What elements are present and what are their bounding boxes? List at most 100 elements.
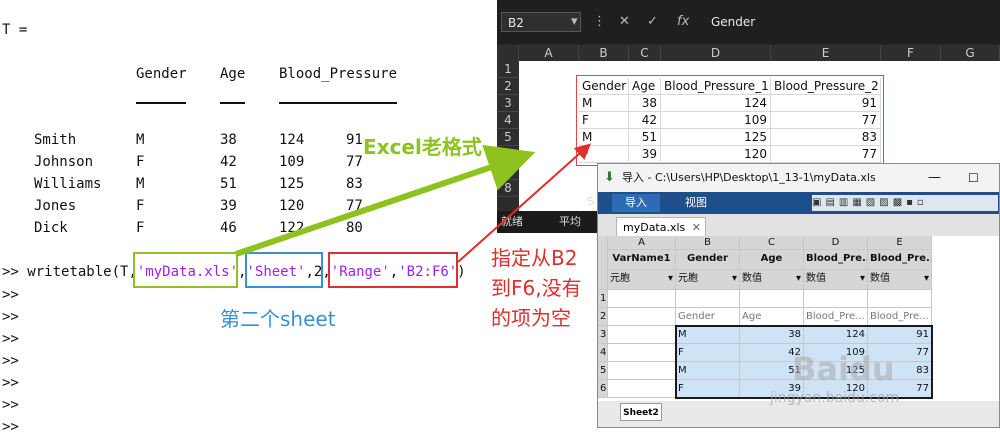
row-header[interactable]: 5 [497,129,519,146]
prompt-line[interactable]: >> [2,353,19,369]
quick-access-toolbar[interactable]: ▣▤▥▦▧▨▩▪▫ [812,195,998,211]
maximize-icon[interactable]: ☐ [968,164,979,192]
prompt-line[interactable]: >> [2,397,19,413]
close-icon[interactable]: ✕ [692,218,701,237]
column-header[interactable]: C [629,45,661,61]
column-type-label: 数值 [870,273,890,284]
column-header[interactable]: D [661,45,771,61]
column-type-select[interactable]: 数值 ▾ [868,270,932,290]
row-name: Johnson [34,154,94,170]
col-underline-gender [136,102,186,104]
cell[interactable] [804,290,868,308]
column-varname[interactable]: Age [740,250,804,270]
cell[interactable] [868,290,932,308]
cell[interactable] [676,290,740,308]
cell[interactable] [608,290,676,308]
confirm-icon[interactable]: ✓ [647,12,658,32]
column-varname[interactable]: VarName1 [608,250,676,270]
command-prefix: writetable(T, [27,264,137,280]
cell[interactable] [608,380,676,398]
row-header[interactable]: 7 [497,163,519,180]
cancel-icon[interactable]: ✕ [619,12,630,32]
row-bp1: 120 [279,198,305,214]
sheet-tab[interactable]: Sheet2 [620,403,662,421]
doc-tab[interactable]: myData.xls ✕ [616,217,706,236]
cell[interactable]: Gender [676,308,740,326]
col-header-gender: Gender [136,66,187,82]
cell[interactable] [608,326,676,344]
cell[interactable]: Age [740,308,804,326]
prompt-line[interactable]: >> [2,375,19,391]
column-letter: E [868,236,932,250]
cell[interactable] [608,308,676,326]
sheet-tab-stub[interactable]: S [587,191,594,213]
row-age: 38 [220,132,237,148]
column-varname[interactable]: Gender [676,250,740,270]
cell[interactable]: Blood_Pre... [804,308,868,326]
range-note-line: 的项为空 [491,306,571,330]
row-number: 3 [598,326,608,344]
row-header[interactable]: 8 [497,180,519,197]
function-icon[interactable]: fx [677,12,689,32]
column-letter: C [740,236,804,250]
prompt-line[interactable]: >> [2,331,19,347]
cell[interactable] [740,290,804,308]
row-name: Jones [34,198,77,214]
status-ready: 就绪 [501,215,523,228]
chevron-down-icon[interactable]: ▾ [732,270,737,288]
import-icon: ⬇ [604,170,615,185]
column-header[interactable]: B [579,45,629,61]
cell[interactable] [608,344,676,362]
range-note-line: 指定从B2 [491,246,578,270]
prompt-line[interactable]: >> [2,287,19,303]
row-bp2: 83 [346,176,363,192]
range-note-line: 到F6,没有 [491,276,582,300]
chevron-down-icon[interactable]: ▾ [924,270,929,288]
row-header[interactable]: 6 [497,146,519,163]
row-header[interactable]: 3 [497,95,519,112]
chevron-down-icon[interactable]: ▾ [668,270,673,288]
column-header[interactable]: G [941,45,1000,61]
row-gender: F [136,220,145,236]
row-header[interactable]: 1 [497,61,519,78]
minimize-icon[interactable]: — [928,164,941,192]
prompt-symbol: >> [2,264,19,280]
column-header[interactable]: E [771,45,881,61]
var-header: T = [2,22,28,38]
row-gender: F [136,154,145,170]
column-varname[interactable]: Blood_Pre... [868,250,932,270]
column-type-select[interactable]: 数值 ▾ [804,270,868,290]
chevron-down-icon[interactable]: ▾ [860,270,865,288]
row-bp2: 77 [346,198,363,214]
column-type-select[interactable]: 元胞 ▾ [608,270,676,290]
row-bp2: 77 [346,154,363,170]
col-header-age: Age [220,66,246,82]
row-age: 42 [220,154,237,170]
chevron-down-icon[interactable]: ▾ [571,12,578,32]
watermark-logo: Baidu [792,350,895,388]
tab-import[interactable]: 导入 [612,194,660,212]
prompt-line[interactable]: >> [2,309,19,325]
more-options-icon[interactable]: ⋮ [593,12,606,32]
column-header[interactable]: F [881,45,941,61]
import-title-bar: ⬇ 导入 - C:\Users\HP\Desktop\1_13-1\myData… [598,164,999,192]
document-tabs: myData.xls ✕ [598,214,999,236]
column-varname[interactable]: Blood_Pre... [804,250,868,270]
col-underline-bp [279,102,397,104]
select-all-corner[interactable] [497,45,519,61]
prompt-line[interactable]: >> [2,419,19,435]
column-type-select[interactable]: 元胞 ▾ [676,270,740,290]
row-header[interactable]: 4 [497,112,519,129]
formula-input[interactable]: Gender [703,12,1000,32]
column-type-select[interactable]: 数值 ▾ [740,270,804,290]
chevron-down-icon[interactable]: ▾ [796,270,801,288]
corner-cell [598,236,608,290]
status-average: 平均 [559,215,581,228]
cell[interactable] [608,362,676,380]
name-box[interactable]: B2 [501,12,581,32]
cell[interactable]: Blood_Pre... [868,308,932,326]
tab-view[interactable]: 视图 [668,194,724,212]
row-age: 39 [220,198,237,214]
row-header[interactable]: 2 [497,78,519,95]
column-header[interactable]: A [519,45,579,61]
